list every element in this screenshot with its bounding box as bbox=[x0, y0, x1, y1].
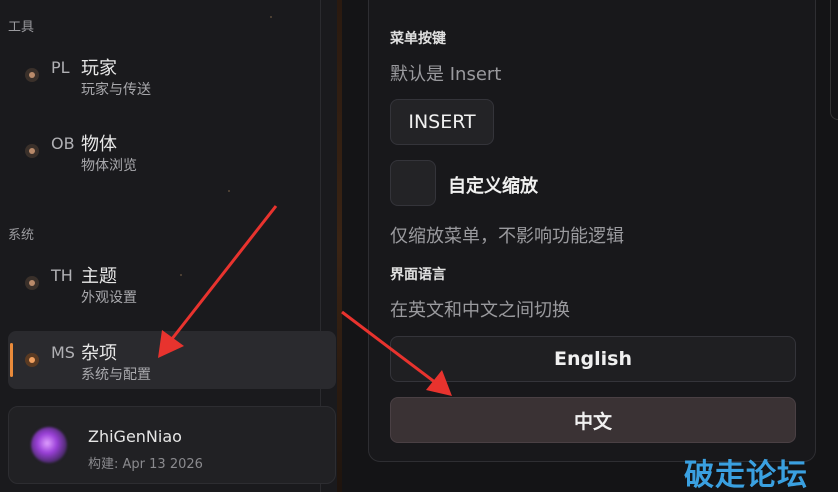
nav-subtitle: 玩家与传送 bbox=[81, 82, 151, 98]
background-speck bbox=[180, 274, 182, 276]
sidebar-item-players[interactable]: PL 玩家 玩家与传送 bbox=[8, 46, 336, 104]
scrollbar-track[interactable] bbox=[830, 0, 838, 120]
user-card[interactable]: ZhiGenNiao 构建: Apr 13 2026 bbox=[8, 406, 336, 484]
background-speck bbox=[270, 16, 272, 18]
panel-divider bbox=[337, 0, 342, 492]
radio-dot-icon bbox=[25, 276, 39, 290]
language-label: 界面语言 bbox=[390, 267, 446, 283]
menu-key-label: 菜单按键 bbox=[390, 31, 446, 47]
active-indicator bbox=[10, 343, 13, 377]
language-option-chinese[interactable]: 中文 bbox=[390, 397, 796, 443]
nav-code: TH bbox=[51, 266, 73, 285]
custom-scale-checkbox[interactable] bbox=[390, 160, 436, 206]
nav-code: PL bbox=[51, 58, 70, 77]
radio-dot-icon bbox=[25, 353, 39, 367]
avatar bbox=[31, 427, 67, 463]
section-label-tools: 工具 bbox=[8, 20, 35, 35]
radio-dot-icon bbox=[25, 144, 39, 158]
custom-scale-label: 自定义缩放 bbox=[448, 176, 538, 197]
sidebar: 工具 PL 玩家 玩家与传送 OB 物体 物体浏览 系统 TH 主题 外观设置 … bbox=[0, 0, 338, 492]
nav-title: 主题 bbox=[81, 266, 117, 287]
menu-key-hint: 默认是 Insert bbox=[390, 64, 502, 85]
nav-title: 杂项 bbox=[81, 343, 117, 364]
custom-scale-hint: 仅缩放菜单，不影响功能逻辑 bbox=[390, 226, 624, 247]
build-label: 构建: bbox=[88, 457, 119, 472]
build-date: Apr 13 2026 bbox=[122, 457, 203, 472]
nav-code: OB bbox=[51, 134, 75, 153]
radio-dot-icon bbox=[25, 68, 39, 82]
sidebar-item-objects[interactable]: OB 物体 物体浏览 bbox=[8, 122, 336, 180]
watermark-text: 破走论坛 bbox=[684, 458, 808, 492]
background-speck bbox=[228, 190, 230, 192]
nav-subtitle: 物体浏览 bbox=[81, 158, 137, 174]
sidebar-item-misc[interactable]: MS 杂项 系统与配置 bbox=[8, 331, 336, 389]
menu-key-button[interactable]: INSERT bbox=[390, 99, 494, 145]
nav-title: 玩家 bbox=[81, 58, 117, 79]
nav-title: 物体 bbox=[81, 134, 117, 155]
nav-code: MS bbox=[51, 343, 75, 362]
sidebar-item-theme[interactable]: TH 主题 外观设置 bbox=[8, 254, 336, 312]
user-name: ZhiGenNiao bbox=[88, 427, 182, 446]
nav-subtitle: 外观设置 bbox=[81, 290, 137, 306]
section-label-system: 系统 bbox=[8, 228, 35, 243]
language-hint: 在英文和中文之间切换 bbox=[390, 300, 570, 321]
language-option-english[interactable]: English bbox=[390, 336, 796, 382]
nav-subtitle: 系统与配置 bbox=[81, 367, 151, 383]
build-info: 构建: Apr 13 2026 bbox=[88, 453, 203, 472]
